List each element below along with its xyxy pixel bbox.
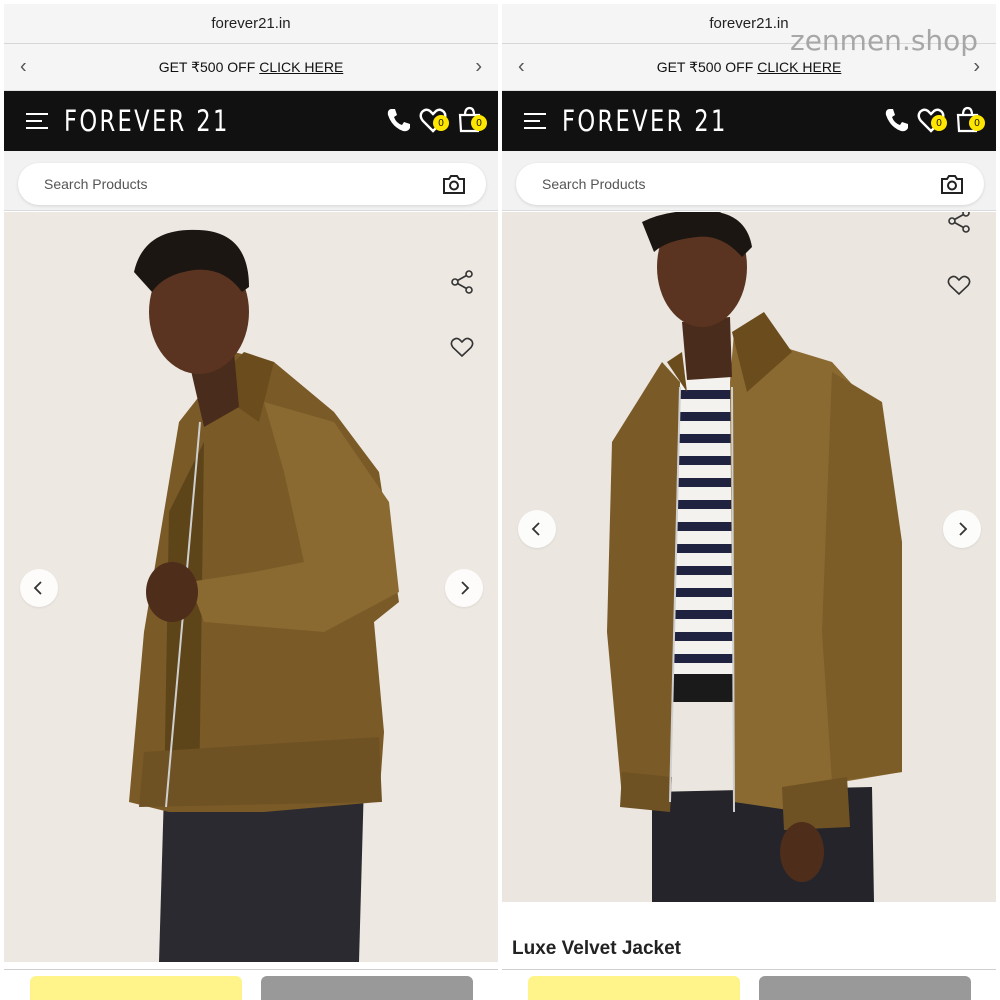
- wishlist-count-badge: 0: [433, 115, 449, 131]
- promo-banner: ‹ GET ₹500 OFF CLICK HERE ›: [4, 44, 498, 91]
- url-text: forever21.in: [709, 15, 789, 32]
- promo-prev-icon[interactable]: ‹: [518, 56, 525, 79]
- secondary-button[interactable]: [759, 976, 971, 1000]
- image-next-button[interactable]: [445, 569, 483, 607]
- cart-count-badge: 0: [969, 115, 985, 131]
- url-text: forever21.in: [211, 15, 291, 32]
- add-to-bag-button[interactable]: [528, 976, 740, 1000]
- model-photo: [4, 212, 498, 962]
- menu-icon[interactable]: [524, 111, 548, 131]
- phone-icon[interactable]: [882, 105, 912, 135]
- brand-logo[interactable]: FOREVER 21: [562, 104, 728, 138]
- share-icon[interactable]: [449, 269, 475, 295]
- add-to-bag-button[interactable]: [30, 976, 242, 1000]
- screen-right: forever21.in ‹ GET ₹500 OFF CLICK HERE ›…: [502, 4, 996, 1000]
- image-prev-button[interactable]: [518, 510, 556, 548]
- promo-next-icon[interactable]: ›: [475, 56, 482, 79]
- promo-link[interactable]: CLICK HERE: [757, 59, 841, 75]
- camera-icon[interactable]: [442, 173, 466, 195]
- promo-text: GET ₹500 OFF: [656, 58, 754, 75]
- promo-next-icon[interactable]: ›: [973, 56, 980, 79]
- search-input[interactable]: [542, 163, 922, 205]
- promo-prev-icon[interactable]: ‹: [20, 56, 27, 79]
- address-bar[interactable]: forever21.in: [4, 4, 498, 44]
- search-box: [516, 163, 984, 205]
- share-icon[interactable]: [946, 212, 972, 234]
- model-photo: [502, 212, 996, 902]
- secondary-button[interactable]: [261, 976, 473, 1000]
- promo-link[interactable]: CLICK HERE: [259, 59, 343, 75]
- wishlist-count-badge: 0: [931, 115, 947, 131]
- site-header: FOREVER 21 0 0: [502, 91, 996, 151]
- camera-icon[interactable]: [940, 173, 964, 195]
- divider: [4, 969, 498, 970]
- site-header: FOREVER 21 0 0: [4, 91, 498, 151]
- product-title: Luxe Velvet Jacket: [512, 938, 681, 959]
- chevron-left-icon: [33, 581, 42, 595]
- promo-text: GET ₹500 OFF: [158, 58, 256, 75]
- product-image[interactable]: [502, 212, 996, 902]
- heart-icon[interactable]: [449, 334, 475, 360]
- heart-icon[interactable]: [946, 272, 972, 298]
- watermark: zenmen.shop: [790, 24, 979, 57]
- image-next-button[interactable]: [943, 510, 981, 548]
- image-prev-button[interactable]: [20, 569, 58, 607]
- chevron-left-icon: [531, 522, 540, 536]
- chevron-right-icon: [959, 522, 968, 536]
- menu-icon[interactable]: [26, 111, 50, 131]
- search-bar: [4, 151, 498, 211]
- divider: [502, 969, 996, 970]
- brand-logo[interactable]: FOREVER 21: [64, 104, 230, 138]
- chevron-right-icon: [461, 581, 470, 595]
- search-bar: [502, 151, 996, 211]
- cart-count-badge: 0: [471, 115, 487, 131]
- search-input[interactable]: [44, 163, 424, 205]
- search-box: [18, 163, 486, 205]
- product-image[interactable]: [4, 212, 498, 962]
- phone-icon[interactable]: [384, 105, 414, 135]
- screen-left: forever21.in ‹ GET ₹500 OFF CLICK HERE ›…: [4, 4, 498, 1000]
